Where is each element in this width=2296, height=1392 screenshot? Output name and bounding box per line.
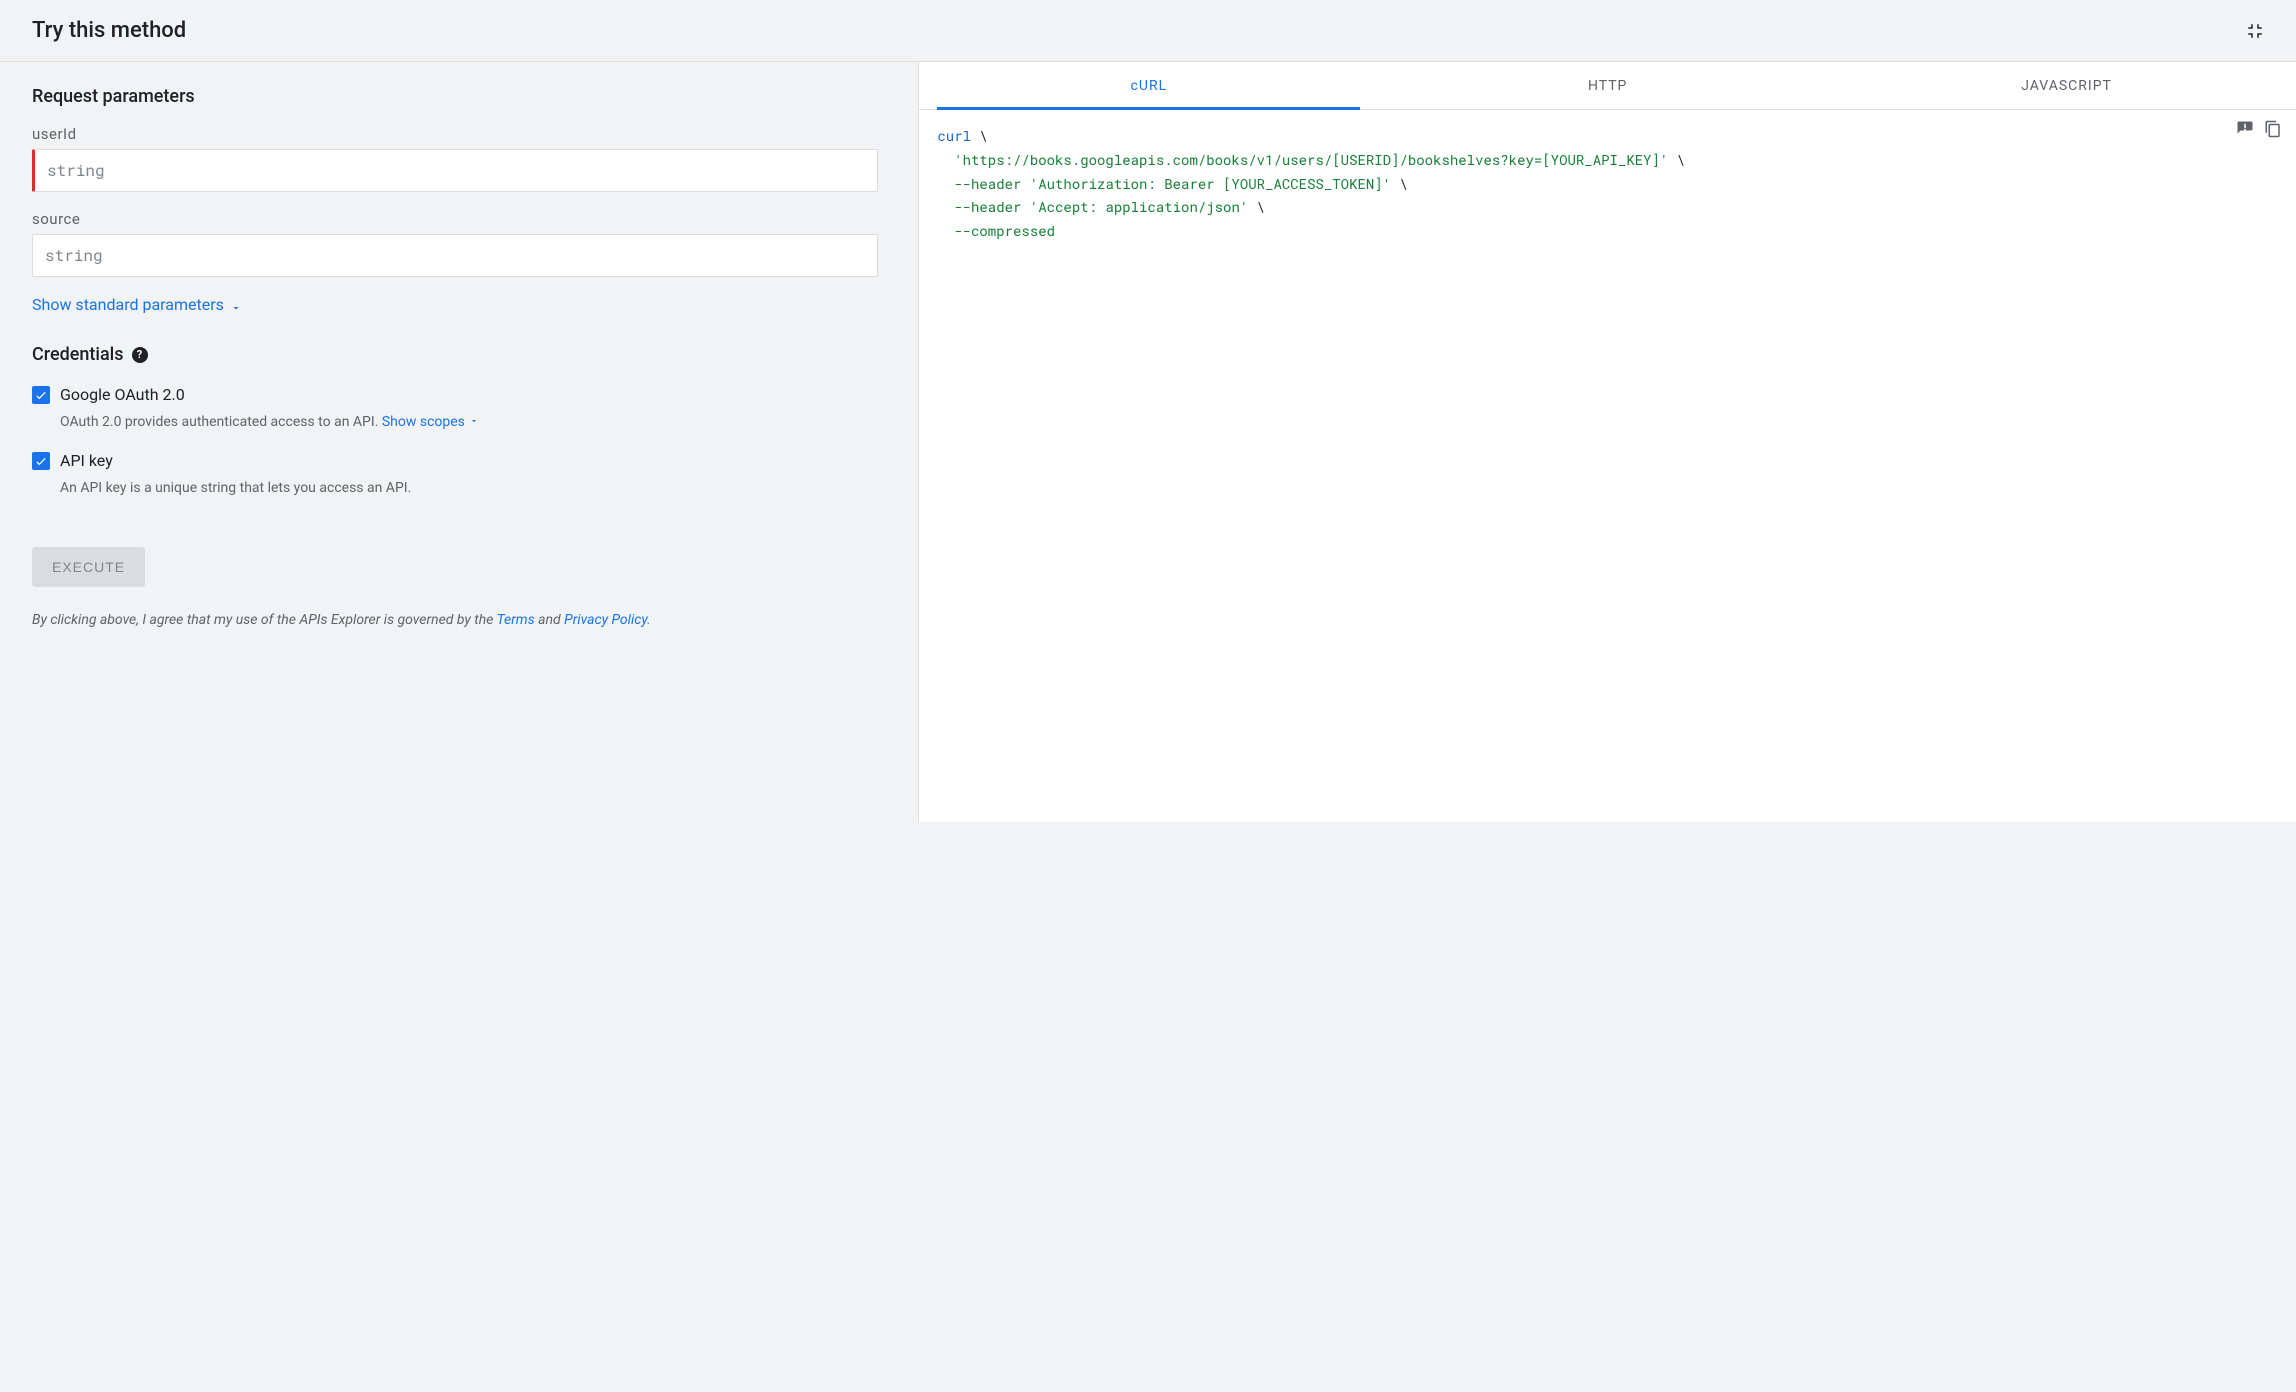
oauth-checkbox[interactable]: [32, 386, 50, 404]
disclaimer-text: By clicking above, I agree that my use o…: [32, 609, 878, 631]
page-title: Try this method: [32, 18, 186, 43]
code-tabs: cURL HTTP JAVASCRIPT: [919, 62, 2296, 110]
show-standard-parameters-link[interactable]: Show standard parameters: [32, 295, 242, 314]
privacy-link[interactable]: Privacy Policy: [564, 612, 647, 628]
execute-button[interactable]: EXECUTE: [32, 547, 145, 587]
copy-icon[interactable]: [2264, 120, 2282, 138]
apikey-label: API key: [60, 451, 113, 470]
show-standard-parameters-label: Show standard parameters: [32, 295, 224, 314]
chevron-down-icon: [230, 299, 242, 311]
exit-fullscreen-icon[interactable]: [2246, 22, 2264, 40]
param-label-userid: userId: [32, 125, 878, 143]
apikey-desc: An API key is a unique string that lets …: [32, 478, 878, 499]
credentials-title: Credentials: [32, 344, 124, 365]
code-sample: curl \ 'https://books.googleapis.com/boo…: [919, 110, 2296, 305]
report-issue-icon[interactable]: [2236, 120, 2254, 138]
help-icon[interactable]: ?: [132, 347, 148, 363]
apikey-checkbox[interactable]: [32, 452, 50, 470]
tab-javascript[interactable]: JAVASCRIPT: [1837, 62, 2296, 109]
userid-input[interactable]: [32, 149, 878, 192]
terms-link[interactable]: Terms: [497, 612, 535, 628]
oauth-label: Google OAuth 2.0: [60, 385, 185, 404]
source-input[interactable]: [32, 234, 878, 277]
param-label-source: source: [32, 210, 878, 228]
tab-http[interactable]: HTTP: [1378, 62, 1837, 109]
oauth-desc: OAuth 2.0 provides authenticated access …: [60, 414, 382, 430]
tab-curl[interactable]: cURL: [919, 62, 1378, 109]
request-parameters-title: Request parameters: [32, 86, 878, 107]
chevron-down-icon: [469, 412, 479, 433]
show-scopes-link[interactable]: Show scopes: [382, 412, 479, 433]
